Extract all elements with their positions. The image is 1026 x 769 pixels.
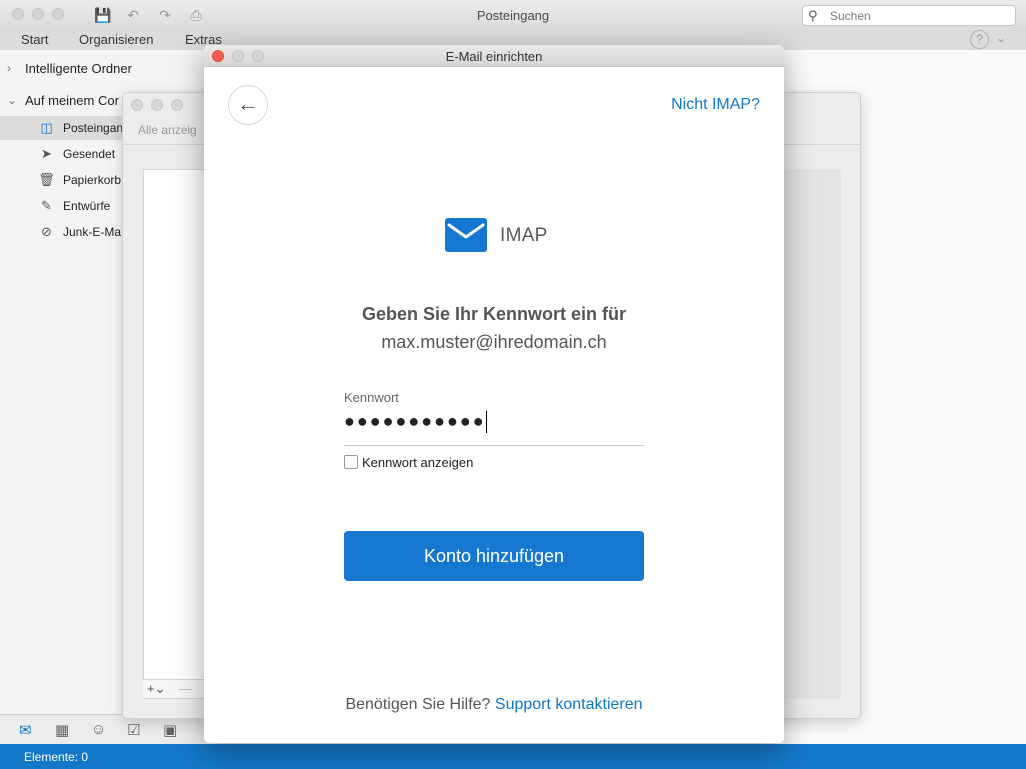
email-address: max.muster@ihredomain.ch xyxy=(381,332,607,352)
tab-organisieren[interactable]: Organisieren xyxy=(79,32,153,47)
add-account-button[interactable]: Konto hinzufügen xyxy=(344,531,644,581)
password-value: ●●●●●●●●●●● xyxy=(344,411,486,431)
contact-support-link[interactable]: Support kontaktieren xyxy=(495,696,643,713)
checkbox[interactable] xyxy=(344,455,358,469)
calendar-icon[interactable]: ▦ xyxy=(55,721,69,739)
sidebar-item-label: Junk-E-Ma xyxy=(63,225,122,239)
dialog-titlebar: E-Mail einrichten xyxy=(204,45,784,67)
tasks-icon[interactable]: ☑ xyxy=(127,721,140,739)
help-icon[interactable]: ? xyxy=(970,30,989,49)
sidebar-group-label: Intelligente Ordner xyxy=(25,61,132,76)
status-bar: Elemente: 0 xyxy=(0,744,1026,769)
search-input[interactable]: ⚲ Suchen xyxy=(802,5,1016,26)
notes-icon[interactable]: ▣ xyxy=(163,721,177,739)
help-line: Benötigen Sie Hilfe? Support kontaktiere… xyxy=(204,696,784,714)
help-text: Benötigen Sie Hilfe? xyxy=(345,696,491,713)
sidebar-item-label: Posteingan xyxy=(63,121,124,135)
sidebar-group-label: Auf meinem Cor xyxy=(25,93,119,108)
drafts-icon: ✎ xyxy=(41,198,52,213)
inbox-icon: ◫ xyxy=(40,120,53,135)
search-icon: ⚲ xyxy=(808,8,818,23)
account-details-panel xyxy=(783,169,841,699)
back-button[interactable]: ← xyxy=(228,85,268,125)
email-setup-dialog: E-Mail einrichten ← Nicht IMAP? IMAP Geb… xyxy=(204,45,784,743)
main-titlebar: 💾 ↶ ↷ ⎙ Posteingang ⚲ Suchen xyxy=(0,0,1026,30)
contacts-icon[interactable]: ☺ xyxy=(91,721,106,738)
sidebar-item-label: Gesendet xyxy=(63,147,116,161)
dialog-close-button[interactable] xyxy=(131,99,143,111)
search-placeholder: Suchen xyxy=(830,9,871,23)
mail-icon[interactable]: ✉ xyxy=(19,721,32,739)
password-field[interactable]: ●●●●●●●●●●● xyxy=(344,411,644,446)
show-password-label: Kennwort anzeigen xyxy=(362,455,474,470)
chevron-down-icon[interactable]: ⌄ xyxy=(996,31,1006,45)
dialog-title: E-Mail einrichten xyxy=(445,49,543,64)
arrow-left-icon: ← xyxy=(237,91,259,116)
password-label: Kennwort xyxy=(344,390,399,405)
text-cursor xyxy=(485,411,487,434)
junk-icon: ⊘ xyxy=(41,224,52,239)
show-all-button[interactable]: Alle anzeig xyxy=(138,123,197,137)
trash-icon: 🗑 xyxy=(38,172,55,187)
not-imap-link[interactable]: Nicht IMAP? xyxy=(671,96,760,114)
sidebar-item-label: Papierkorb xyxy=(63,173,122,187)
chevron-right-icon: › xyxy=(7,61,11,75)
dialog-minimize-button[interactable] xyxy=(151,99,163,111)
dialog-zoom-button[interactable] xyxy=(171,99,183,111)
tab-start[interactable]: Start xyxy=(21,32,48,47)
add-account-icon[interactable]: +⌄ xyxy=(147,681,165,697)
status-text: Elemente: 0 xyxy=(24,750,89,764)
remove-account-icon[interactable]: — xyxy=(179,681,192,696)
password-prompt: Geben Sie Ihr Kennwort ein für xyxy=(361,304,627,324)
chevron-down-icon: ⌄ xyxy=(7,93,18,107)
sent-icon: ➤ xyxy=(41,146,52,161)
account-type-label: IMAP xyxy=(500,225,548,246)
envelope-icon xyxy=(445,218,487,252)
sidebar-item-label: Entwürfe xyxy=(63,199,111,213)
